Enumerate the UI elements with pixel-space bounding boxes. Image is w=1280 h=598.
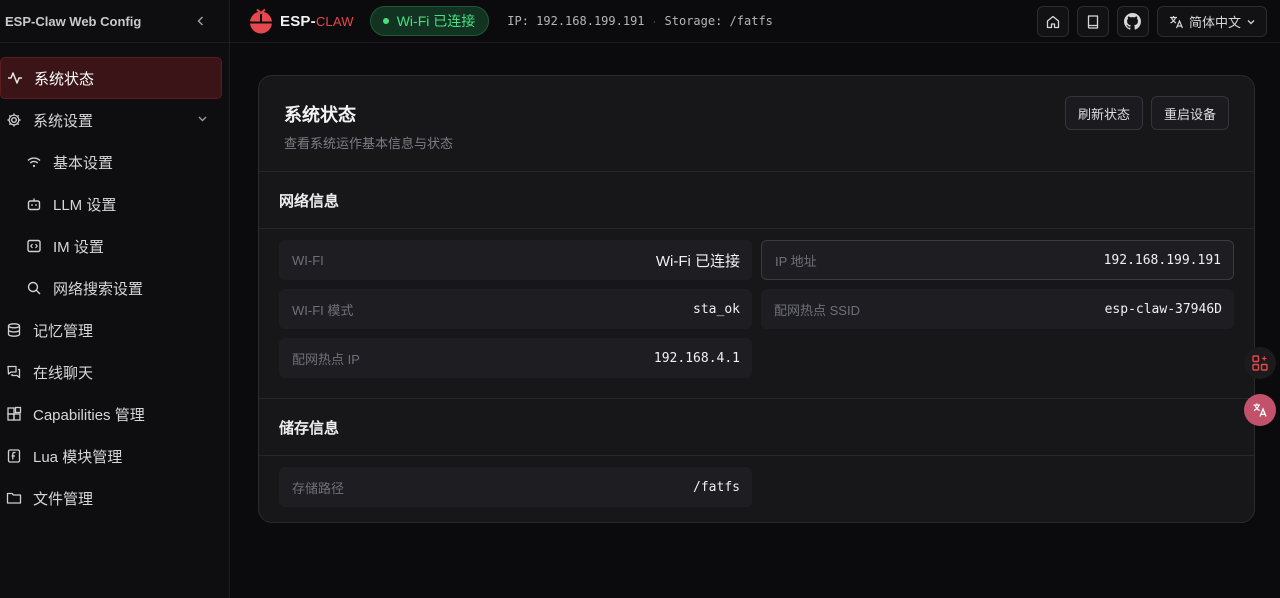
sidebar-item-label: Lua 模块管理 xyxy=(33,448,123,466)
sidebar-item-system-status[interactable]: 系统状态 xyxy=(0,57,222,99)
activity-icon xyxy=(6,69,24,87)
sidebar-nav: 系统状态 系统设置 基本设置 LLM 设置 IM 设置 网络搜索设置 记忆管理 … xyxy=(0,57,230,519)
sidebar-title: ESP-Claw Web Config xyxy=(5,13,142,29)
ip-address-field: IP 地址 192.168.199.191 xyxy=(761,240,1234,280)
sidebar-item-lua-modules[interactable]: Lua 模块管理 xyxy=(0,435,230,477)
gear-icon xyxy=(5,111,23,129)
field-value: 192.168.4.1 xyxy=(653,350,740,366)
docs-button[interactable] xyxy=(1076,6,1109,37)
sidebar-item-label: IM 设置 xyxy=(53,238,104,256)
github-icon xyxy=(1124,13,1142,30)
language-select[interactable]: 简体中文 xyxy=(1156,6,1267,37)
top-actions: 简体中文 xyxy=(1036,6,1267,37)
field-label: 存储路径 xyxy=(292,480,345,496)
ip-readout: IP: 192.168.199.191 xyxy=(507,14,645,28)
wifi-mode-field: WI-FI 模式 sta_ok xyxy=(279,289,752,329)
page-title: 系统状态 xyxy=(284,105,356,125)
wifi-field: WI-FI Wi-Fi 已连接 xyxy=(279,240,752,280)
field-value: esp-claw-37946D xyxy=(1104,301,1222,317)
blocks-icon xyxy=(5,405,23,423)
sidebar-item-label: 网络搜索设置 xyxy=(53,280,144,298)
status-dot xyxy=(382,18,389,24)
sidebar-item-label: 记忆管理 xyxy=(33,322,94,340)
field-label: IP 地址 xyxy=(775,253,817,269)
sidebar-item-chat[interactable]: 在线聊天 xyxy=(0,351,230,393)
sidebar-item-label: 系统状态 xyxy=(34,70,95,88)
logo-text: ESP-CLAW xyxy=(280,13,354,30)
sidebar-item-basic-settings[interactable]: 基本设置 xyxy=(0,141,230,183)
folder-icon xyxy=(5,489,23,507)
reboot-device-button[interactable]: 重启设备 xyxy=(1150,96,1229,130)
storage-path-field: 存储路径 /fatfs xyxy=(279,467,752,507)
search-icon xyxy=(25,279,43,297)
hotspot-ssid-field: 配网热点 SSID esp-claw-37946D xyxy=(761,289,1234,329)
wifi-status-text: Wi-Fi 已连接 xyxy=(396,13,476,29)
logo[interactable]: ESP-CLAW xyxy=(248,8,354,34)
logo-accent: CLAW xyxy=(315,13,354,29)
translate-icon xyxy=(1169,15,1184,28)
chat-icon xyxy=(5,363,23,381)
field-value: Wi-Fi 已连接 xyxy=(655,252,740,270)
apps-sparkle-icon xyxy=(1252,355,1268,371)
storage-section-title: 储存信息 xyxy=(259,399,1254,456)
chevron-left-icon[interactable] xyxy=(193,13,209,29)
field-value: /fatfs xyxy=(693,479,740,495)
card-header: 系统状态 查看系统运作基本信息与状态 刷新状态 重启设备 xyxy=(259,76,1254,172)
home-button[interactable] xyxy=(1036,6,1069,37)
meta-separator: · xyxy=(652,14,657,28)
chevron-down-icon xyxy=(197,113,208,127)
file-code-icon xyxy=(5,447,23,465)
sidebar-item-label: Capabilities 管理 xyxy=(33,406,145,424)
sidebar-item-label: 在线聊天 xyxy=(33,364,94,382)
field-value: sta_ok xyxy=(693,301,740,317)
sidebar-item-web-search-settings[interactable]: 网络搜索设置 xyxy=(0,267,230,309)
page-subtitle: 查看系统运作基本信息与状态 xyxy=(284,136,454,151)
sidebar-item-memory[interactable]: 记忆管理 xyxy=(0,309,230,351)
card-actions: 刷新状态 重启设备 xyxy=(1064,96,1229,130)
field-value: 192.168.199.191 xyxy=(1103,252,1221,268)
network-section-title: 网络信息 xyxy=(259,172,1254,229)
translate-float-button[interactable] xyxy=(1244,394,1276,426)
field-label: WI-FI xyxy=(292,252,324,268)
translate-icon xyxy=(1253,403,1267,417)
home-icon xyxy=(1046,15,1060,28)
apps-float-button[interactable] xyxy=(1244,347,1276,379)
chevron-down-icon xyxy=(1247,19,1255,24)
sidebar-item-label: 文件管理 xyxy=(33,490,94,508)
bot-icon xyxy=(25,195,43,213)
field-label: 配网热点 SSID xyxy=(774,302,860,318)
sidebar-item-system-settings[interactable]: 系统设置 xyxy=(0,99,230,141)
storage-info-grid: 存储路径 /fatfs xyxy=(259,456,1254,522)
sidebar-item-label: 基本设置 xyxy=(53,154,114,172)
sidebar-item-im-settings[interactable]: IM 设置 xyxy=(0,225,230,267)
database-icon xyxy=(5,321,23,339)
sidebar-item-llm-settings[interactable]: LLM 设置 xyxy=(0,183,230,225)
sidebar-header: ESP-Claw Web Config xyxy=(0,0,229,43)
refresh-status-button[interactable]: 刷新状态 xyxy=(1064,96,1143,130)
book-icon xyxy=(1087,14,1099,29)
wifi-icon xyxy=(25,153,43,171)
system-status-card: 系统状态 查看系统运作基本信息与状态 刷新状态 重启设备 网络信息 WI-FI … xyxy=(258,75,1255,523)
sidebar-item-label: 系统设置 xyxy=(33,112,94,130)
sidebar-item-capabilities[interactable]: Capabilities 管理 xyxy=(0,393,230,435)
github-button[interactable] xyxy=(1116,6,1149,37)
field-label: WI-FI 模式 xyxy=(292,302,354,318)
language-label: 简体中文 xyxy=(1188,15,1241,30)
logo-main: ESP- xyxy=(280,12,316,30)
sidebar-item-label: LLM 设置 xyxy=(53,196,117,214)
top-bar: ESP-CLAW Wi-Fi 已连接 IP: 192.168.199.191 ·… xyxy=(230,0,1280,43)
wifi-status-badge: Wi-Fi 已连接 xyxy=(369,6,490,36)
logo-icon xyxy=(250,8,272,34)
sidebar-item-files[interactable]: 文件管理 xyxy=(0,477,230,519)
field-label: 配网热点 IP xyxy=(292,351,360,367)
sidebar: ESP-Claw Web Config 系统状态 系统设置 基本设置 LLM 设… xyxy=(0,0,230,598)
message-code-icon xyxy=(25,237,43,255)
storage-readout: Storage: /fatfs xyxy=(664,14,773,28)
network-info-grid: WI-FI Wi-Fi 已连接 IP 地址 192.168.199.191 WI… xyxy=(259,229,1254,399)
hotspot-ip-field: 配网热点 IP 192.168.4.1 xyxy=(279,338,752,378)
